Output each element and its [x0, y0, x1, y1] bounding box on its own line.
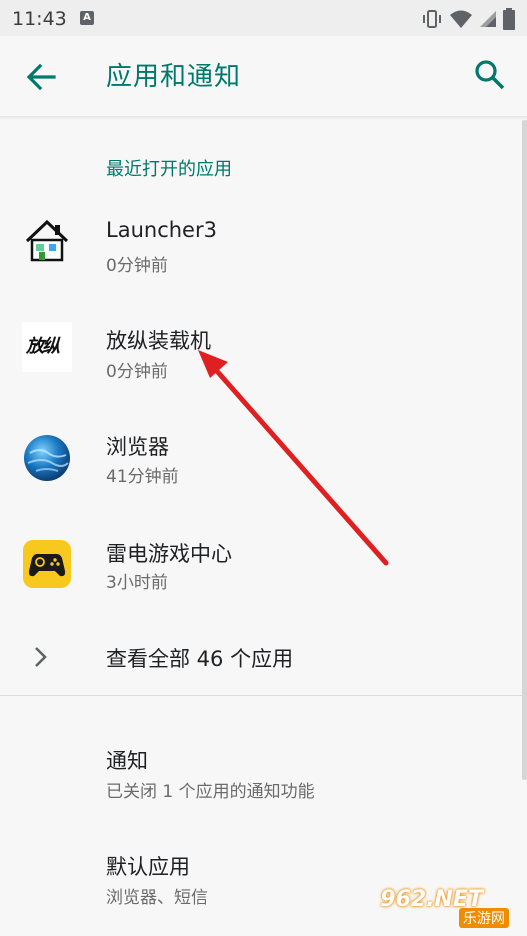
globe-icon — [24, 435, 70, 481]
watermark-sub: 乐游网 — [459, 908, 509, 928]
app-last-used: 0分钟前 — [106, 256, 168, 276]
status-icons — [421, 8, 515, 30]
section-divider — [0, 695, 527, 696]
scrollbar[interactable] — [522, 120, 527, 780]
house-icon — [25, 219, 69, 262]
chevron-right-icon — [35, 647, 47, 667]
app-row-leidian-game-center[interactable]: 雷电游戏中心 3小时前 — [0, 510, 527, 610]
setting-title: 通知 — [106, 749, 148, 773]
app-last-used: 41分钟前 — [106, 467, 179, 487]
app-name: 雷电游戏中心 — [106, 542, 232, 566]
gamepad-icon — [23, 540, 71, 588]
setting-subtitle: 浏览器、短信 — [106, 888, 208, 908]
app-last-used: 3小时前 — [106, 573, 168, 593]
app-name: 放纵装载机 — [106, 329, 211, 353]
app-bar-shadow — [0, 116, 527, 120]
app-row-fangzong[interactable]: 放纵 放纵装载机 0分钟前 — [0, 298, 527, 398]
battery-icon — [503, 8, 515, 30]
recent-apps-header: 最近打开的应用 — [106, 159, 232, 180]
setting-subtitle: 已关闭 1 个应用的通知功能 — [106, 782, 315, 802]
setting-notifications[interactable]: 通知 已关闭 1 个应用的通知功能 — [0, 724, 527, 820]
status-time: 11:43 — [12, 8, 67, 30]
app-row-launcher3[interactable]: Launcher3 0分钟前 — [0, 192, 527, 292]
icon-calligraphy-text: 放纵 — [26, 336, 60, 357]
app-last-used: 0分钟前 — [106, 362, 168, 382]
back-arrow-icon[interactable] — [24, 60, 58, 94]
see-all-apps-button[interactable]: 查看全部 46 个应用 — [0, 626, 527, 690]
app-row-browser[interactable]: 浏览器 41分钟前 — [0, 404, 527, 504]
calligraphy-icon: 放纵 — [22, 322, 72, 372]
search-icon[interactable] — [473, 58, 507, 92]
setting-title: 默认应用 — [106, 855, 190, 879]
wifi-icon — [450, 10, 472, 28]
status-bar: 11:43 A — [0, 0, 527, 36]
page-title: 应用和通知 — [106, 62, 242, 92]
app-name: Launcher3 — [106, 218, 217, 242]
notification-icon: A — [80, 11, 94, 25]
app-name: 浏览器 — [106, 435, 169, 459]
signal-icon — [480, 11, 496, 27]
vibrate-icon — [423, 10, 441, 28]
app-bar: 应用和通知 — [0, 36, 527, 117]
see-all-apps-label: 查看全部 46 个应用 — [106, 647, 294, 671]
watermark-logo: 962.NET 乐游网 — [380, 886, 521, 930]
